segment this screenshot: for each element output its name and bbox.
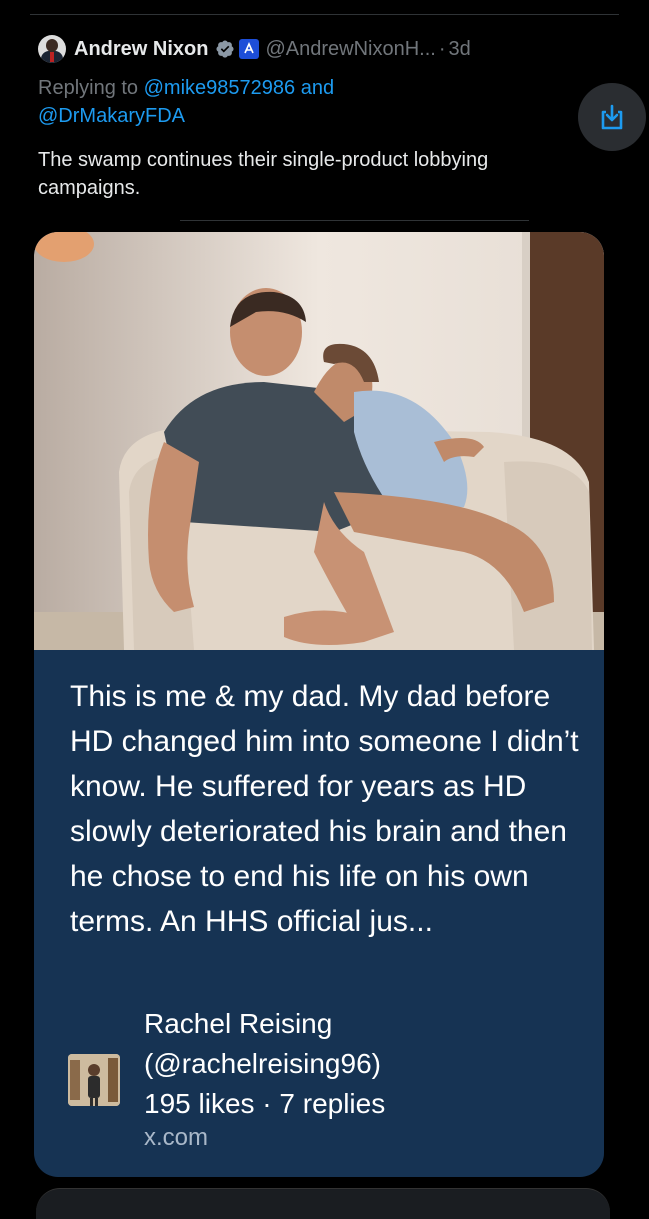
replying-prefix: Replying to [38, 77, 139, 99]
download-save-icon [601, 104, 623, 130]
replying-to: Replying to @mike98572986 and @DrMakaryF… [38, 74, 458, 130]
card-stats: 195 likes · 7 replies [144, 1088, 386, 1119]
card-author-thumbnail [68, 1054, 120, 1106]
quoted-link-card[interactable]: This is me & my dad. My dad before HD ch… [34, 232, 604, 1177]
card-domain-link[interactable]: x.com [144, 1124, 208, 1152]
mid-divider [180, 220, 529, 221]
author-avatar[interactable] [38, 35, 66, 63]
post-time[interactable]: 3d [449, 38, 471, 61]
author-name[interactable]: Andrew Nixon [74, 38, 208, 61]
verified-check-icon [216, 40, 234, 58]
separator-dot: · [438, 37, 446, 60]
tweet-header: Andrew Nixon @AndrewNixonH... · 3d [38, 34, 471, 64]
card-meta: Rachel Reising (@rachelreising96) 195 li… [144, 1004, 584, 1124]
reply-and: and [300, 77, 335, 99]
author-handle[interactable]: @AndrewNixonH... [265, 38, 435, 61]
card-author-handle: (@rachelreising96) [144, 1048, 381, 1079]
tweet-text: The swamp continues their single-product… [38, 149, 489, 199]
save-button[interactable] [578, 83, 646, 151]
card-photo [34, 232, 604, 650]
card-text: This is me & my dad. My dad before HD ch… [70, 680, 579, 938]
government-badge-icon [239, 39, 260, 59]
reply-mention-link-2[interactable]: @DrMakaryFDA [38, 105, 185, 127]
next-card-edge [36, 1188, 610, 1219]
reply-mention-link[interactable]: @mike98572986 [144, 77, 296, 99]
card-author-name: Rachel Reising [144, 1008, 333, 1039]
top-divider [30, 14, 619, 15]
